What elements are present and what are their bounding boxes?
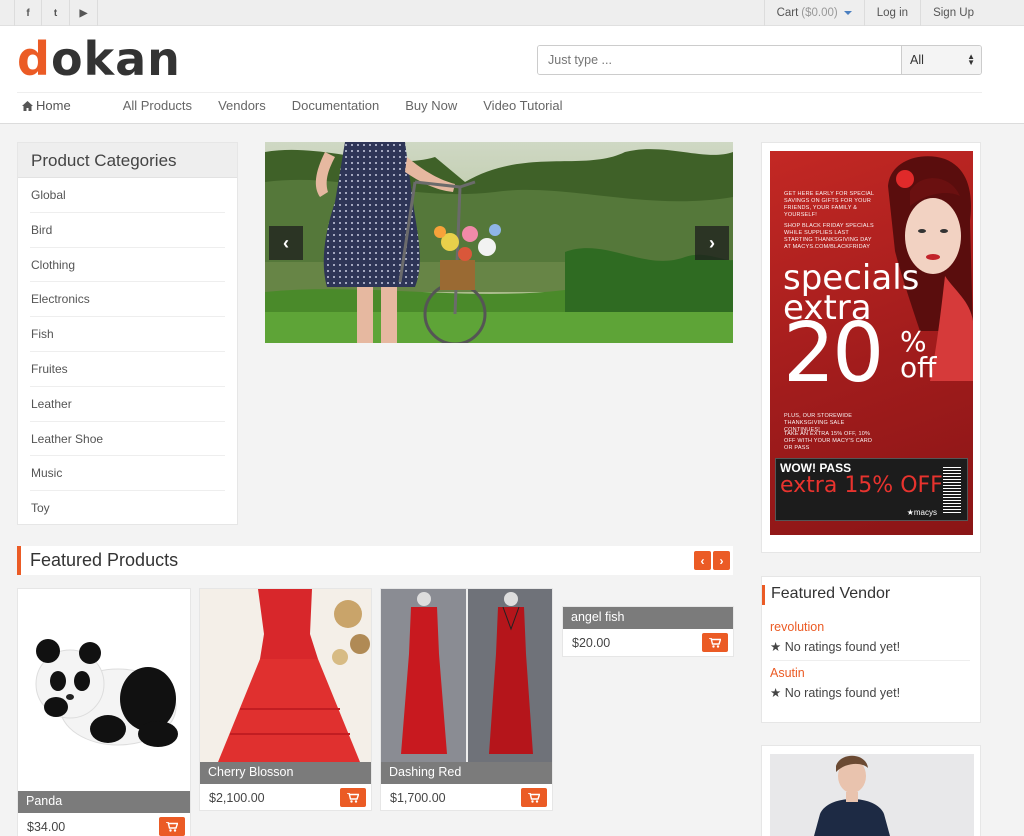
slider-next-button[interactable]: › xyxy=(695,226,729,260)
product-categories-widget: Product Categories Global Bird Clothing … xyxy=(17,142,238,525)
category-item[interactable]: Fish xyxy=(30,317,225,352)
nav-all-products[interactable]: All Products xyxy=(123,98,192,113)
star-icon: ★ xyxy=(770,686,782,700)
ad-percent: 20 xyxy=(783,306,884,401)
cart-icon xyxy=(709,637,721,648)
nav-vendors[interactable]: Vendors xyxy=(218,98,266,113)
select-arrows-icon: ▲ ▼ xyxy=(967,52,975,67)
star-icon: ★ xyxy=(770,640,782,654)
model-photo[interactable] xyxy=(770,754,974,836)
vendor-rating: ★ No ratings found yet! xyxy=(770,686,901,700)
promo-image-widget xyxy=(761,745,981,836)
product-price: $34.00 xyxy=(27,820,66,834)
nav-home[interactable]: Home xyxy=(22,98,97,113)
logo-rest: okan xyxy=(50,32,181,86)
category-item[interactable]: Music xyxy=(30,456,225,492)
category-item[interactable]: Bird xyxy=(30,213,225,248)
home-icon xyxy=(22,101,33,111)
product-card[interactable]: angel fish $20.00 xyxy=(562,606,734,657)
red-dress-image xyxy=(200,589,371,762)
logo-first-letter: d xyxy=(17,32,51,86)
product-card[interactable]: Panda $34.00 xyxy=(17,588,191,836)
divider xyxy=(770,660,970,661)
search-category-select[interactable]: All ▲ ▼ xyxy=(901,46,981,74)
product-price: $20.00 xyxy=(572,636,611,650)
site-logo[interactable]: dokan xyxy=(17,32,181,86)
product-price: $1,700.00 xyxy=(390,791,446,805)
add-to-cart-button[interactable] xyxy=(159,817,185,836)
advertisement-widget: GET HERE EARLY FOR SPECIAL SAVINGS ON GI… xyxy=(761,142,981,553)
nav-buy-now[interactable]: Buy Now xyxy=(405,98,457,113)
product-image xyxy=(18,589,190,791)
product-name[interactable]: Cherry Blosson xyxy=(200,762,371,784)
cart-icon xyxy=(166,821,178,832)
youtube-icon[interactable]: ▶ xyxy=(70,0,98,26)
featured-vendor-widget: Featured Vendor revolution ★ No ratings … xyxy=(761,576,981,723)
search-input[interactable] xyxy=(538,46,901,74)
add-to-cart-button[interactable] xyxy=(340,788,366,807)
dashing-red-image xyxy=(381,589,552,762)
vendor-rating: ★ No ratings found yet! xyxy=(770,640,901,654)
ad-off-text: % off xyxy=(900,325,937,384)
search-category-value: All xyxy=(910,53,924,67)
ad-black-friday-text: SHOP BLACK FRIDAY SPECIALS WHILE SUPPLIE… xyxy=(784,223,874,250)
category-item[interactable]: Leather xyxy=(30,387,225,422)
macys-ad-banner[interactable]: GET HERE EARLY FOR SPECIAL SAVINGS ON GI… xyxy=(770,151,973,535)
ad-coupon: WOW! PASS extra 15% OFF ★macys xyxy=(775,458,968,521)
cart-icon xyxy=(528,792,540,803)
slide-image xyxy=(265,142,733,343)
product-image xyxy=(200,589,371,762)
search-bar: All ▲▼ xyxy=(537,45,982,75)
category-list: Global Bird Clothing Electronics Fish Fr… xyxy=(18,178,237,526)
featured-products-title: Featured Products xyxy=(30,550,179,570)
category-item[interactable]: Electronics xyxy=(30,282,225,318)
category-item[interactable]: Global xyxy=(30,178,225,213)
vendor-name[interactable]: Asutin xyxy=(770,666,805,680)
social-links: f t ▶ xyxy=(14,0,98,26)
category-item[interactable]: Fruites xyxy=(30,352,225,387)
top-bar: f t ▶ Cart ($0.00) Log in Sign Up xyxy=(0,0,1024,26)
nav-divider xyxy=(17,92,982,93)
add-to-cart-button[interactable] xyxy=(521,788,547,807)
featured-next-button[interactable]: › xyxy=(713,551,730,570)
cart-menu[interactable]: Cart ($0.00) xyxy=(763,0,864,26)
hero-slider: ‹ › xyxy=(265,142,733,343)
nav-documentation[interactable]: Documentation xyxy=(292,98,379,113)
product-price: $2,100.00 xyxy=(209,791,265,805)
main-nav: Home All Products Vendors Documentation … xyxy=(22,98,589,113)
product-image xyxy=(381,589,552,762)
featured-products-header: Featured Products ‹ › xyxy=(17,546,733,575)
featured-vendor-title: Featured Vendor xyxy=(762,585,890,605)
product-name[interactable]: angel fish xyxy=(563,607,733,629)
account-links: Cart ($0.00) Log in Sign Up xyxy=(763,0,986,26)
product-name[interactable]: Panda xyxy=(18,791,190,813)
coupon-offer: extra 15% OFF xyxy=(780,473,943,498)
cart-icon xyxy=(347,792,359,803)
site-header: dokan All ▲▼ Home All Products Vendors D… xyxy=(0,26,1024,124)
product-name[interactable]: Dashing Red xyxy=(381,762,552,784)
ad-intro-text: GET HERE EARLY FOR SPECIAL SAVINGS ON GI… xyxy=(784,191,874,218)
cart-label: Cart xyxy=(776,7,799,19)
featured-prev-button[interactable]: ‹ xyxy=(694,551,711,570)
macys-logo: ★macys xyxy=(906,508,937,517)
vendor-name[interactable]: revolution xyxy=(770,620,824,634)
add-to-cart-button[interactable] xyxy=(702,633,728,652)
slider-prev-button[interactable]: ‹ xyxy=(269,226,303,260)
facebook-icon[interactable]: f xyxy=(14,0,42,26)
signup-link[interactable]: Sign Up xyxy=(920,0,986,26)
categories-title: Product Categories xyxy=(18,143,237,178)
login-link[interactable]: Log in xyxy=(863,0,920,26)
barcode-icon xyxy=(943,465,961,513)
category-item[interactable]: Leather Shoe xyxy=(30,422,225,457)
ad-extra-text: TAKE AN EXTRA 15% OFF, 10% OFF WITH YOUR… xyxy=(784,431,873,451)
cart-amount: ($0.00) xyxy=(801,7,838,19)
panda-image xyxy=(35,639,178,747)
category-item[interactable]: Toy xyxy=(30,491,225,526)
chevron-down-icon xyxy=(843,11,852,15)
nav-video-tutorial[interactable]: Video Tutorial xyxy=(483,98,562,113)
twitter-icon[interactable]: t xyxy=(42,0,70,26)
category-item[interactable]: Clothing xyxy=(30,248,225,283)
product-card[interactable]: Cherry Blosson $2,100.00 xyxy=(199,588,372,811)
product-card[interactable]: Dashing Red $1,700.00 xyxy=(380,588,553,811)
